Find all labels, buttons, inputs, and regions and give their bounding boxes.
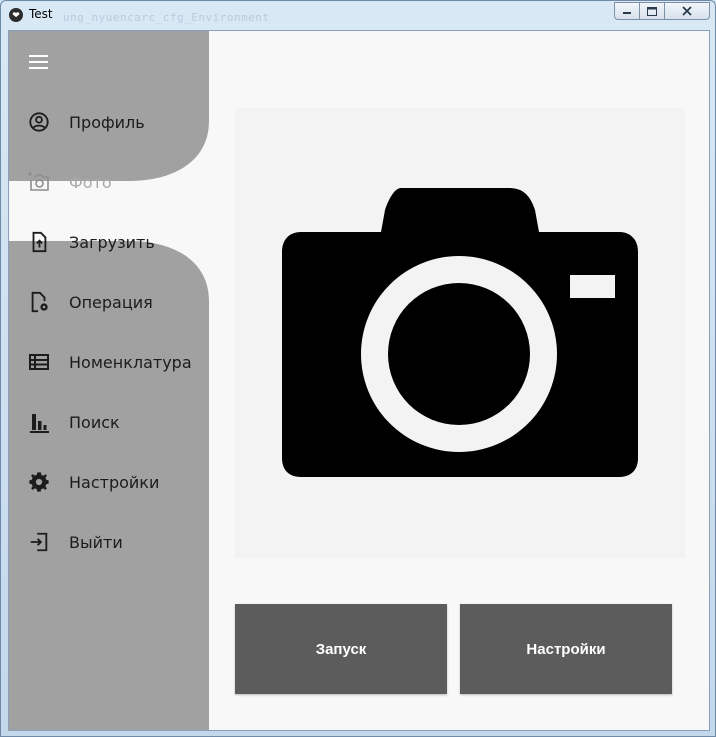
nav-item-search[interactable]: Поиск (9, 392, 209, 452)
nav-label-operation: Операция (69, 292, 153, 312)
nav-item-settings[interactable]: Настройки (9, 452, 209, 512)
minimize-button[interactable] (614, 2, 640, 20)
minimize-icon (623, 12, 631, 14)
window-title: Test (29, 7, 53, 21)
nav-label-settings: Настройки (69, 472, 160, 492)
title-bar[interactable]: ❤ Test ung_nyuencarc_cfg_Environment (1, 1, 715, 31)
nav-item-exit[interactable]: Выйти (9, 512, 209, 572)
bar-chart-icon (27, 410, 51, 434)
app-window: ❤ Test ung_nyuencarc_cfg_Environment Про… (0, 0, 716, 737)
nav-label-exit: Выйти (69, 532, 123, 552)
nav-item-upload[interactable]: Загрузить (9, 212, 209, 272)
start-button[interactable]: Запуск (235, 604, 447, 694)
maximize-icon (647, 6, 657, 16)
window-controls (614, 2, 710, 20)
title-background-text: ung_nyuencarc_cfg_Environment (63, 11, 270, 24)
nav-label-upload: Загрузить (69, 232, 155, 252)
profile-icon (27, 110, 51, 134)
add-photo-icon (27, 170, 51, 194)
exit-icon (27, 530, 51, 554)
file-settings-icon (27, 290, 51, 314)
nav-label-nomenclature: Номенклатура (69, 352, 192, 372)
nav-item-profile[interactable]: Профиль (9, 92, 209, 152)
close-icon (682, 6, 692, 16)
app-logo-icon: ❤ (9, 8, 23, 22)
nav-item-nomenclature[interactable]: Номенклатура (9, 332, 209, 392)
nav-item-photo[interactable]: Фото (9, 152, 209, 212)
navigation-drawer: Профиль Фото Загрузить Операция Номенкла… (9, 31, 209, 730)
nav-item-operation[interactable]: Операция (9, 272, 209, 332)
nav-label-profile: Профиль (69, 112, 145, 132)
nav-label-search: Поиск (69, 412, 120, 432)
list-icon (27, 350, 51, 374)
nav-label-photo: Фото (69, 172, 112, 192)
camera-icon (282, 188, 638, 477)
gear-icon (27, 470, 51, 494)
close-button[interactable] (664, 2, 710, 20)
settings-button[interactable]: Настройки (460, 604, 672, 694)
maximize-button[interactable] (639, 2, 665, 20)
photo-preview-panel[interactable] (235, 108, 685, 558)
client-area: Профиль Фото Загрузить Операция Номенкла… (8, 30, 710, 731)
upload-file-icon (27, 230, 51, 254)
hamburger-menu-button[interactable] (29, 55, 49, 71)
